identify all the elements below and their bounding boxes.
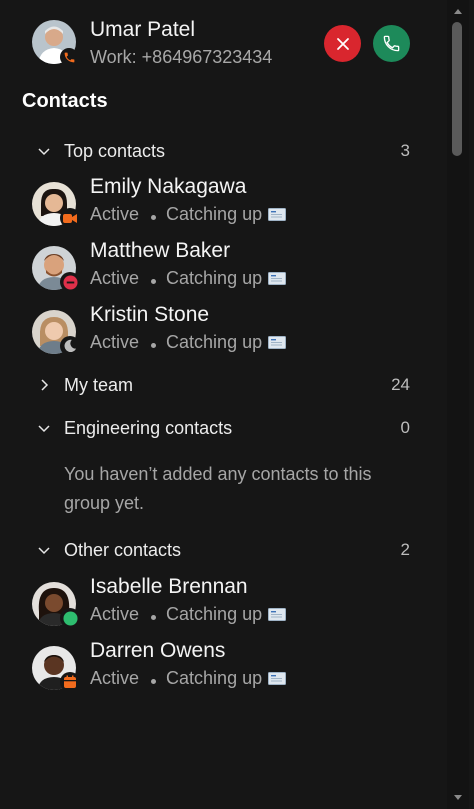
contact-emily-nakagawa[interactable]: Emily Nakagawa Active Catching up <box>20 174 420 234</box>
group-label: Top contacts <box>64 140 166 161</box>
contact-status: Active Catching up <box>90 668 287 689</box>
contact-name: Matthew Baker <box>90 239 231 262</box>
contact-status: Active Catching up <box>90 268 287 289</box>
contacts-panel: Umar Patel Work: +864967323434 Contacts … <box>0 0 474 809</box>
group-count: 0 <box>400 418 410 437</box>
group-engineering-contacts[interactable]: Engineering contacts 0 <box>36 413 416 443</box>
contact-status: Active Catching up <box>90 204 287 225</box>
calendar-icon <box>60 672 80 692</box>
envelope-icon <box>268 208 287 221</box>
contact-name: Isabelle Brennan <box>90 575 248 598</box>
contacts-heading: Contacts <box>22 90 108 112</box>
phone-icon <box>383 35 400 52</box>
phone-icon <box>60 48 78 66</box>
separator-dot <box>151 279 157 284</box>
envelope-icon <box>268 672 287 685</box>
group-label: Engineering contacts <box>64 417 233 438</box>
group-label: My team <box>64 374 134 395</box>
envelope-icon <box>268 272 287 285</box>
group-other-contacts[interactable]: Other contacts 2 <box>36 535 416 565</box>
activity-text: Catching up <box>166 604 263 624</box>
presence-text: Active <box>90 668 140 688</box>
presence-text: Active <box>90 332 140 352</box>
separator-dot <box>151 679 157 684</box>
activity-text: Catching up <box>166 668 263 688</box>
scroll-down-icon[interactable] <box>452 792 464 802</box>
group-top-contacts[interactable]: Top contacts 3 <box>36 136 416 166</box>
contact-status: Active Catching up <box>90 332 287 353</box>
contact-name: Darren Owens <box>90 639 226 662</box>
chevron-down-icon <box>36 143 52 159</box>
video-icon <box>60 208 80 228</box>
contact-matthew-baker[interactable]: Matthew Baker Active Catching up <box>20 238 420 298</box>
caller-name: Umar Patel <box>90 18 196 41</box>
do-not-disturb-icon <box>60 272 80 292</box>
incoming-call-banner: Umar Patel Work: +864967323434 <box>0 0 440 80</box>
close-icon <box>336 37 349 50</box>
available-icon <box>60 608 80 628</box>
contact-darren-owens[interactable]: Darren Owens Active Catching up <box>20 638 420 698</box>
group-label: Other contacts <box>64 539 182 560</box>
separator-dot <box>151 215 157 220</box>
presence-text: Active <box>90 604 140 624</box>
activity-text: Catching up <box>166 268 263 288</box>
chevron-down-icon <box>36 542 52 558</box>
envelope-icon <box>268 336 287 349</box>
activity-text: Catching up <box>166 204 263 224</box>
envelope-icon <box>268 608 287 621</box>
contact-kristin-stone[interactable]: Kristin Stone Active Catching up <box>20 302 420 362</box>
contact-name: Kristin Stone <box>90 303 210 326</box>
presence-text: Active <box>90 268 140 288</box>
scroll-up-icon[interactable] <box>452 6 464 16</box>
contact-isabelle-brennan[interactable]: Isabelle Brennan Active Catching up <box>20 574 420 634</box>
group-count: 24 <box>391 375 410 394</box>
decline-call-button[interactable] <box>324 25 361 62</box>
chevron-down-icon <box>36 420 52 436</box>
group-count: 3 <box>400 141 410 160</box>
contact-status: Active Catching up <box>90 604 287 625</box>
presence-text: Active <box>90 204 140 224</box>
chevron-right-icon <box>36 377 52 393</box>
group-my-team[interactable]: My team 24 <box>36 370 416 400</box>
group-count: 2 <box>400 540 410 559</box>
separator-dot <box>151 615 157 620</box>
answer-call-button[interactable] <box>373 25 410 62</box>
empty-group-message: You haven’t added any contacts to this g… <box>64 464 372 513</box>
contact-name: Emily Nakagawa <box>90 175 247 198</box>
moon-icon <box>60 336 80 356</box>
activity-text: Catching up <box>166 332 263 352</box>
caller-number: Work: +864967323434 <box>90 47 273 67</box>
separator-dot <box>151 343 157 348</box>
scrollbar-thumb[interactable] <box>452 22 462 156</box>
